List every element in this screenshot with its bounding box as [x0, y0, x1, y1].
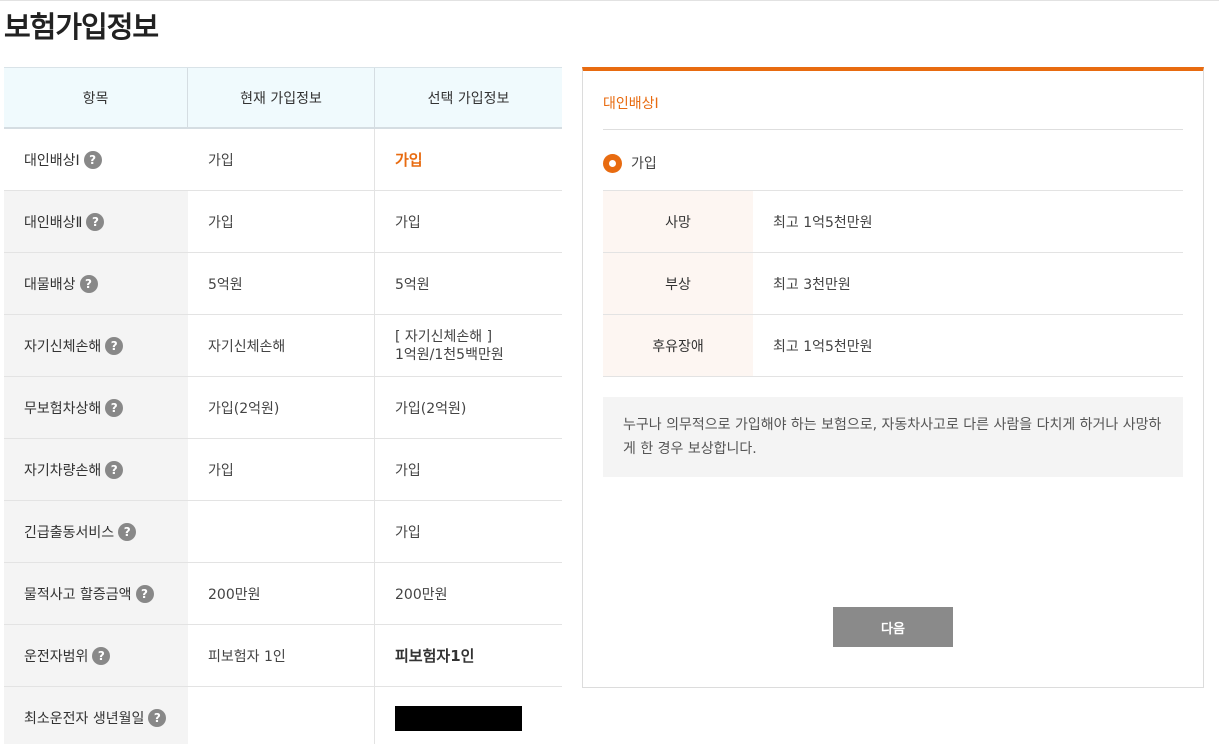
coverage-value: 최고 1억5천만원 — [773, 338, 873, 355]
row-item-label: 자기차량손해 — [24, 462, 102, 479]
header-selected: 선택 가입정보 — [427, 90, 510, 107]
row-selected-value: 피보험자1인 — [395, 647, 475, 665]
row-item-cell: 대인배상Ⅱ? — [4, 191, 188, 252]
coverage-label: 부상 — [603, 253, 753, 314]
row-selected-title: [ 자기신체손해 ] — [395, 328, 493, 345]
row-selected-cell — [375, 687, 562, 744]
question-circle-icon[interactable]: ? — [148, 709, 167, 727]
question-circle-icon[interactable]: ? — [86, 212, 105, 231]
row-item-label: 대인배상Ⅱ — [24, 214, 83, 231]
radio-dot — [609, 159, 616, 167]
coverage-row: 사망 최고 1억5천만원 — [603, 191, 1183, 253]
row-current-value: 자기신체손해 — [188, 315, 375, 376]
coverage-row: 후유장애 최고 1억5천만원 — [603, 315, 1183, 377]
top-divider — [0, 0, 1219, 1]
table-row[interactable]: 물적사고 할증금액? 200만원 200만원 — [4, 563, 562, 625]
row-current-value: 5억원 — [188, 253, 375, 314]
row-selected-cell: 가입 — [375, 129, 562, 190]
panel-divider — [603, 129, 1183, 130]
row-item-label: 긴급출동서비스 — [24, 524, 115, 541]
row-current-value: 200만원 — [188, 563, 375, 624]
coverage-description: 누구나 의무적으로 가입해야 하는 보험으로, 자동차사고로 다른 사람을 다치… — [603, 397, 1183, 477]
table-row[interactable]: 무보험차상해? 가입(2억원) 가입(2억원) — [4, 377, 562, 439]
coverage-option[interactable]: 가입 — [603, 153, 657, 173]
row-item-label: 최소운전자 생년월일 — [24, 711, 145, 727]
question-circle-icon[interactable]: ? — [135, 584, 154, 603]
row-item-cell: 최소운전자 생년월일? — [4, 687, 188, 744]
row-selected-value: 가입 — [395, 214, 421, 231]
panel-title: 대인배상Ⅰ — [603, 96, 659, 112]
coverage-table: 사망 최고 1억5천만원 부상 최고 3천만원 후유장애 최고 1억5천만원 — [603, 190, 1183, 377]
radio-selected-icon[interactable] — [603, 153, 622, 173]
row-item-cell: 자기차량손해? — [4, 439, 188, 500]
next-button[interactable]: 다음 — [833, 607, 953, 647]
header-item: 항목 — [4, 68, 188, 127]
table-row[interactable]: 최소운전자 생년월일? — [4, 687, 562, 744]
row-item-cell: 대물배상? — [4, 253, 188, 314]
coverage-value: 최고 1억5천만원 — [773, 214, 873, 231]
row-selected-cell: 피보험자1인 — [375, 625, 562, 686]
row-item-label: 물적사고 할증금액 — [24, 586, 132, 603]
row-selected-amount: 1억원/1천5백만원 — [395, 346, 504, 363]
row-current-value: 피보험자 1인 — [188, 625, 375, 686]
header-current: 현재 가입정보 — [188, 68, 375, 127]
insurance-comparison-table: 항목 현재 가입정보 선택 가입정보 대인배상Ⅰ? 가입 가입 대인배상Ⅱ? 가… — [4, 67, 562, 744]
question-circle-icon[interactable]: ? — [105, 460, 124, 479]
row-selected-value: 가입 — [395, 151, 423, 169]
row-item-label: 자기신체손해 — [24, 338, 102, 355]
question-circle-icon[interactable]: ? — [92, 646, 111, 665]
row-selected-cell: [ 자기신체손해 ] 1억원/1천5백만원 — [375, 315, 562, 376]
row-item-cell: 대인배상Ⅰ? — [4, 129, 188, 190]
row-item-cell: 자기신체손해? — [4, 315, 188, 376]
coverage-detail-panel: 대인배상Ⅰ 가입 사망 최고 1억5천만원 부상 최고 3천만원 후유장애 최고… — [582, 67, 1204, 688]
question-circle-icon[interactable]: ? — [105, 398, 124, 417]
question-circle-icon[interactable]: ? — [118, 522, 137, 541]
row-selected-value: 가입(2억원) — [395, 400, 467, 417]
coverage-label: 사망 — [603, 191, 753, 252]
row-item-cell: 긴급출동서비스? — [4, 501, 188, 562]
coverage-row: 부상 최고 3천만원 — [603, 253, 1183, 315]
row-item-label: 대물배상 — [24, 276, 76, 293]
row-selected-value: 5억원 — [395, 276, 430, 293]
row-selected-value: 200만원 — [395, 586, 448, 603]
row-current-value: 가입 — [188, 129, 375, 190]
row-item-cell: 무보험차상해? — [4, 377, 188, 438]
row-current-value — [188, 501, 375, 562]
row-item-label: 무보험차상해 — [24, 400, 102, 417]
coverage-option-label[interactable]: 가입 — [631, 153, 657, 173]
table-row[interactable]: 자기신체손해? 자기신체손해 [ 자기신체손해 ] 1억원/1천5백만원 — [4, 315, 562, 377]
row-item-cell: 물적사고 할증금액? — [4, 563, 188, 624]
row-current-value: 가입 — [188, 191, 375, 252]
row-item-label: 운전자범위 — [24, 648, 89, 665]
question-circle-icon[interactable]: ? — [83, 150, 102, 169]
coverage-value: 최고 3천만원 — [773, 276, 851, 293]
table-row[interactable]: 대인배상Ⅰ? 가입 가입 — [4, 129, 562, 191]
table-row[interactable]: 긴급출동서비스? 가입 — [4, 501, 562, 563]
row-current-value — [188, 687, 375, 744]
row-current-value: 가입(2억원) — [188, 377, 375, 438]
table-row[interactable]: 운전자범위? 피보험자 1인 피보험자1인 — [4, 625, 562, 687]
row-selected-value: 가입 — [395, 462, 421, 479]
question-circle-icon[interactable]: ? — [105, 336, 124, 355]
question-circle-icon[interactable]: ? — [79, 274, 98, 293]
table-row[interactable]: 대인배상Ⅱ? 가입 가입 — [4, 191, 562, 253]
coverage-label: 후유장애 — [603, 315, 753, 376]
row-item-label: 대인배상Ⅰ — [24, 152, 80, 169]
row-item-cell: 운전자범위? — [4, 625, 188, 686]
table-row[interactable]: 자기차량손해? 가입 가입 — [4, 439, 562, 501]
row-current-value: 가입 — [188, 439, 375, 500]
page-title: 보험가입정보 — [4, 10, 159, 44]
table-header: 항목 현재 가입정보 선택 가입정보 — [4, 67, 562, 129]
redacted-birthdate-block — [395, 705, 522, 731]
row-selected-value: 가입 — [395, 524, 421, 541]
table-row[interactable]: 대물배상? 5억원 5억원 — [4, 253, 562, 315]
